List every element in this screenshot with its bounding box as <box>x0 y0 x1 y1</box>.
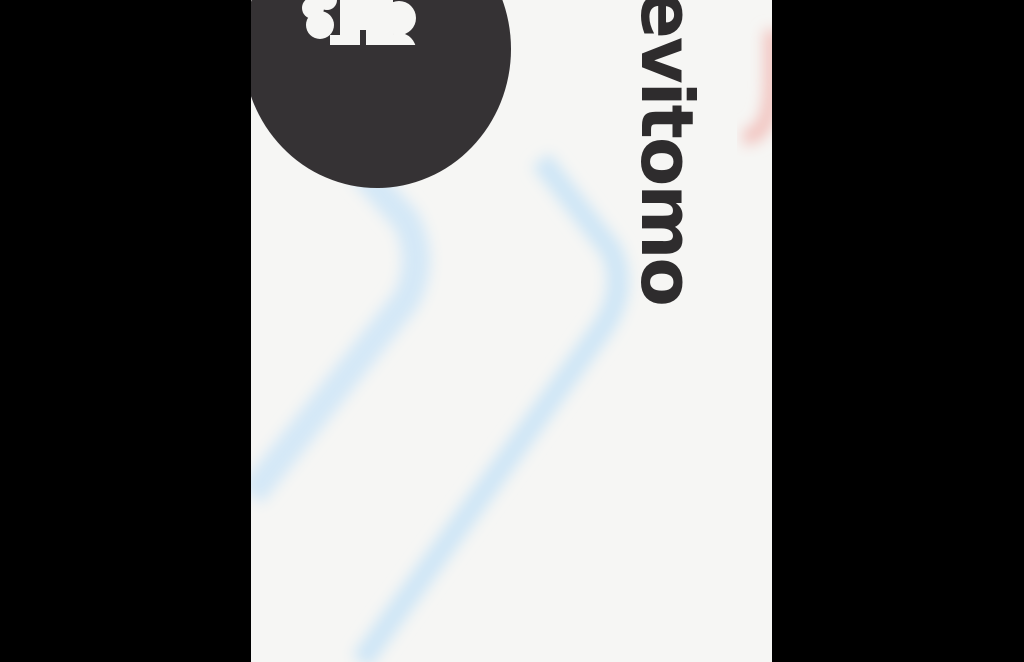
app-splash-frame: evitomo <box>251 0 772 662</box>
letterbox-right <box>772 0 1024 662</box>
splash-screen: evitomo <box>0 0 1024 662</box>
brand-wordmark: evitomo <box>625 0 709 305</box>
letterbox-left <box>0 0 251 662</box>
train-icon <box>302 0 416 45</box>
